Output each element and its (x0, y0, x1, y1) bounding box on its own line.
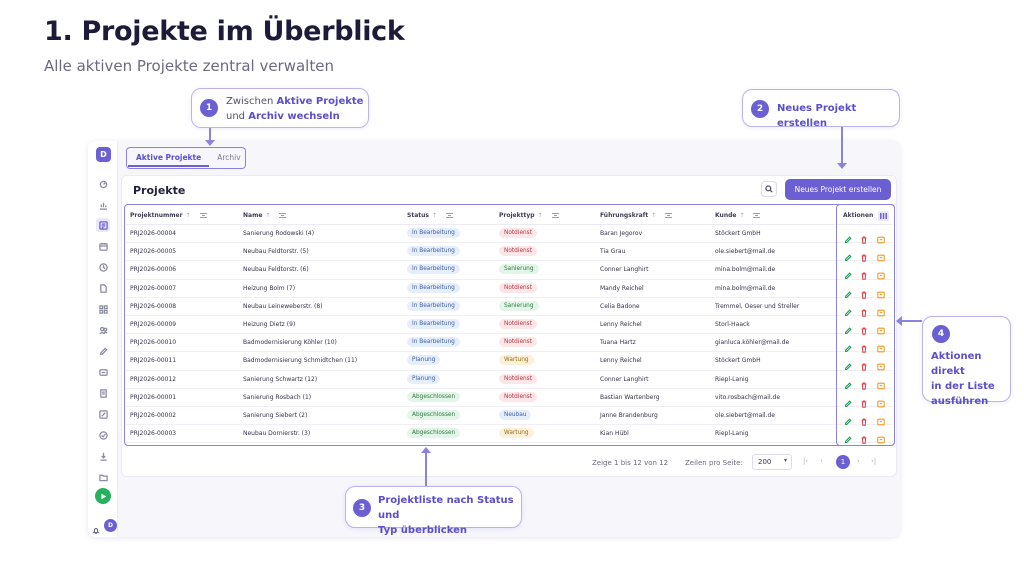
file-icon[interactable] (96, 386, 110, 400)
page-size-select[interactable]: 200 ▾ (752, 454, 792, 470)
page-number[interactable]: 1 (836, 455, 850, 469)
clock-icon[interactable] (96, 260, 110, 274)
callout-2: 2 Neues Projekt erstellen (742, 89, 900, 129)
user-avatar[interactable]: D (104, 519, 117, 532)
callout-3-number: 3 (353, 499, 371, 517)
search-icon (765, 185, 773, 193)
slide-title: 1. Projekte im Überblick (44, 16, 405, 47)
edit-icon[interactable] (96, 344, 110, 358)
new-project-button[interactable]: Neues Projekt erstellen (785, 179, 891, 200)
chevron-down-icon: ▾ (783, 457, 787, 464)
arrow-3 (421, 447, 431, 453)
page-size-label: Zeilen pro Seite: (685, 459, 743, 467)
projects-icon[interactable] (96, 218, 110, 232)
arrow-2 (837, 163, 847, 169)
highlight-table (124, 204, 895, 446)
callout-1: 1 Zwischen Aktive Projekte und Archiv we… (191, 88, 369, 128)
callout-2-number: 2 (751, 100, 769, 118)
next-page-icon[interactable]: › (857, 457, 860, 465)
card-title: Projekte (133, 184, 186, 197)
highlight-tabs (126, 147, 246, 169)
callout-3: 3 Projektliste nach Status und Typ überbl… (345, 486, 522, 536)
connector-3 (425, 452, 427, 486)
bell-icon[interactable] (92, 520, 101, 534)
callout-3-text: Projektliste nach Status und Typ überblic… (378, 495, 514, 536)
callout-1-number: 1 (200, 99, 218, 117)
download-icon[interactable] (96, 449, 110, 463)
connector-2 (841, 127, 843, 165)
first-page-icon[interactable]: |‹ (803, 457, 808, 465)
callout-4-number: 4 (932, 325, 950, 343)
callout-4: 4 Aktionen direkt in der Liste ausführen (922, 316, 1011, 407)
table-footer: Zeige 1 bis 12 von 12 Zeilen pro Seite: … (122, 454, 898, 474)
dashboard-icon[interactable] (96, 177, 110, 191)
connector-4 (902, 320, 922, 322)
sidebar: D D (88, 141, 118, 537)
chart-icon[interactable] (96, 198, 110, 212)
callout-4-text: Aktionen direkt in der Liste ausführen (931, 351, 995, 407)
report-icon[interactable] (96, 407, 110, 421)
arrow-1 (205, 140, 215, 146)
callout-1-text: Zwischen Aktive Projekte und Archiv wech… (226, 96, 364, 122)
app-logo[interactable]: D (96, 147, 111, 162)
document-icon[interactable] (96, 281, 110, 295)
prev-page-icon[interactable]: ‹ (820, 457, 823, 465)
calendar-icon[interactable] (96, 239, 110, 253)
slide-subtitle: Alle aktiven Projekte zentral verwalten (44, 57, 334, 75)
last-page-icon[interactable]: ›| (871, 457, 876, 465)
highlight-actions (836, 204, 895, 446)
callout-2-text: Neues Projekt erstellen (777, 103, 857, 129)
result-range: Zeige 1 bis 12 von 12 (592, 459, 669, 467)
arrow-4 (896, 316, 902, 326)
folder-icon[interactable] (96, 470, 110, 484)
check-icon[interactable] (96, 428, 110, 442)
users-icon[interactable] (96, 323, 110, 337)
play-icon[interactable] (95, 488, 111, 504)
grid-icon[interactable] (96, 302, 110, 316)
search-button[interactable] (761, 181, 777, 197)
invoice-icon[interactable] (96, 365, 110, 379)
